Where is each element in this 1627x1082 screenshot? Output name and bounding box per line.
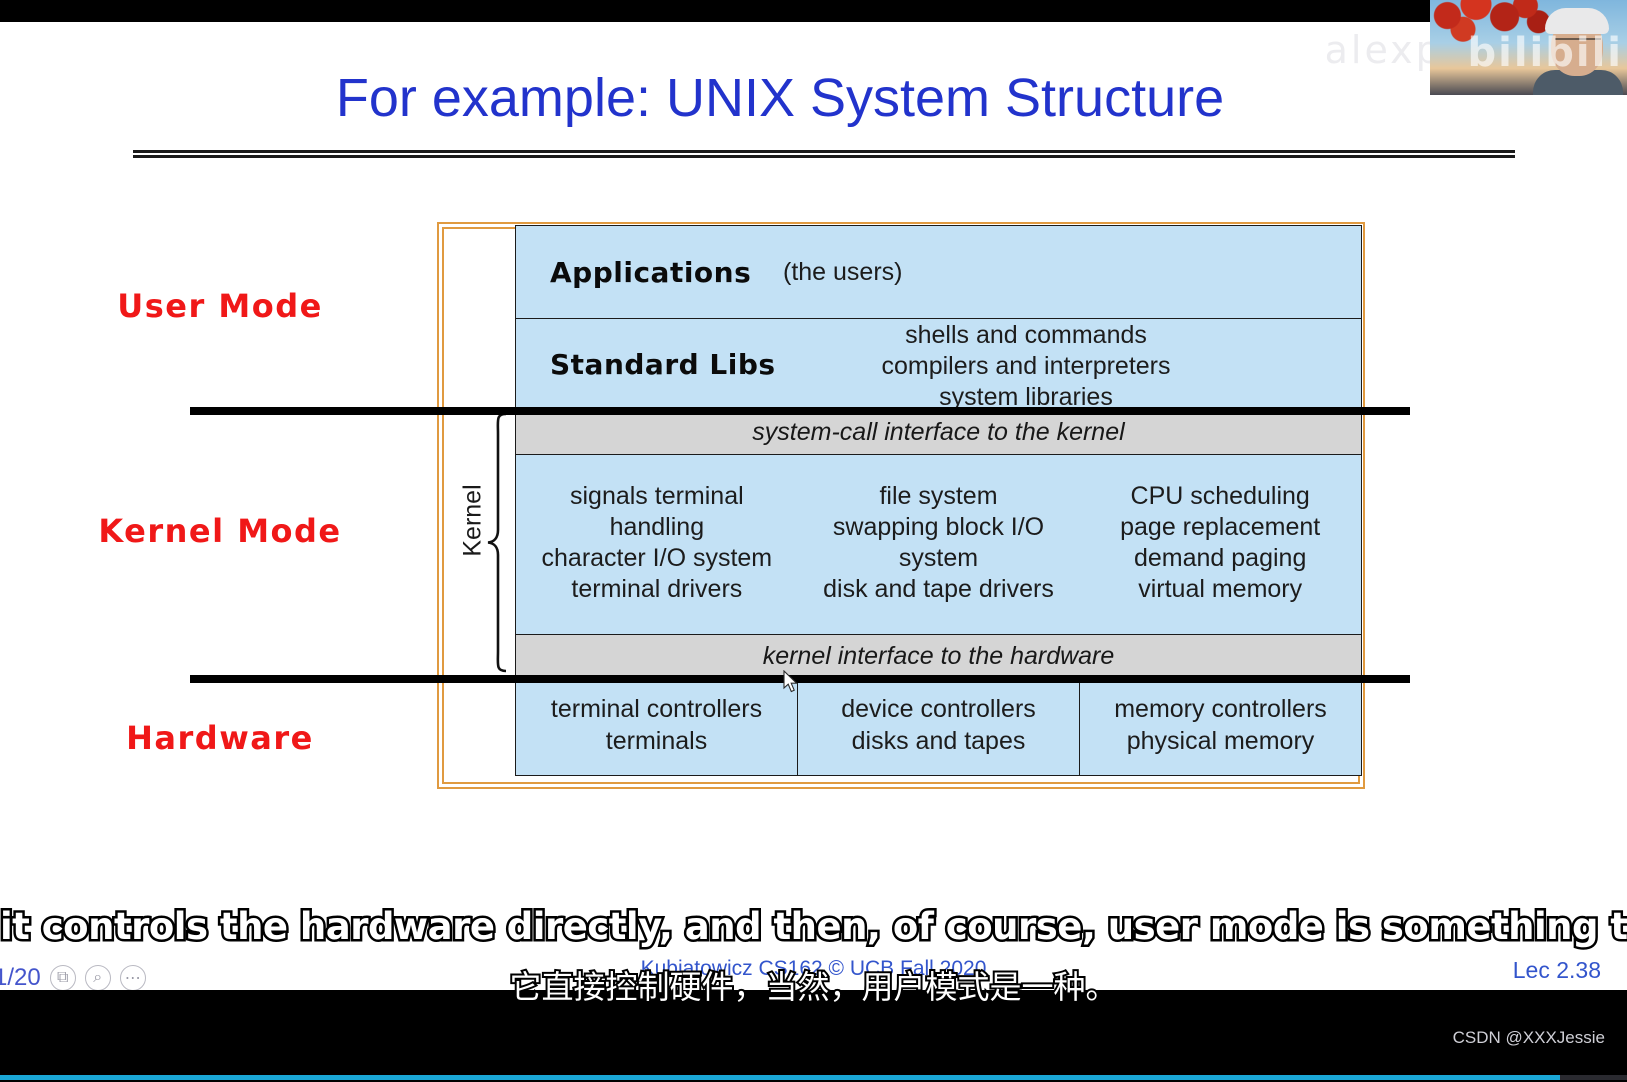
kernel-col3-line-2: page replacement bbox=[1120, 513, 1321, 541]
kernel-column-1: signals terminal handling character I/O … bbox=[516, 455, 798, 634]
caption-chinese: 它直接控制硬件，当然，用户模式是一种。 bbox=[507, 966, 1119, 1008]
row-standard-libs: Standard Libs shells and commands compil… bbox=[515, 319, 1362, 411]
kernel-col3-line-3: demand paging bbox=[1133, 544, 1307, 572]
applications-label: Applications bbox=[550, 255, 752, 289]
hardware-col1-line-2: terminals bbox=[605, 727, 708, 755]
title-underline-rule bbox=[133, 150, 1515, 158]
curly-brace-icon bbox=[487, 412, 507, 673]
row-kernel-services: signals terminal handling character I/O … bbox=[515, 455, 1362, 635]
csdn-watermark: CSDN @XXXJessie bbox=[1452, 1028, 1605, 1047]
kernel-bracket-group: Kernel bbox=[440, 410, 516, 675]
standard-libs-line-2: compilers and interpreters bbox=[881, 352, 1171, 380]
kernel-col1-line-3: character I/O system bbox=[541, 544, 773, 572]
hardware-col3-line-1: memory controllers bbox=[1114, 695, 1327, 723]
kernel-col3-line-1: CPU scheduling bbox=[1130, 482, 1310, 510]
bilibili-watermark: bilibili bbox=[1467, 30, 1623, 76]
kernel-col2-line-3: system bbox=[898, 544, 979, 572]
standard-libs-line-1: shells and commands bbox=[905, 321, 1147, 349]
hardware-column-1: terminal controllers terminals bbox=[516, 679, 798, 775]
video-progress-fill bbox=[0, 1075, 1560, 1080]
row-applications: Applications (the users) bbox=[515, 225, 1362, 319]
standard-libs-content: shells and commands compilers and interp… bbox=[771, 320, 1361, 413]
kernel-col2-line-4: disk and tape drivers bbox=[823, 575, 1054, 603]
row-hardware: terminal controllers terminals device co… bbox=[515, 679, 1362, 776]
caption-english: it controls the hardware directly, and t… bbox=[0, 903, 1627, 951]
video-player-screen: For example: UNIX System Structure User … bbox=[0, 0, 1627, 1082]
applications-content: (the users) bbox=[783, 257, 903, 286]
kernel-column-3: CPU scheduling page replacement demand p… bbox=[1079, 455, 1361, 634]
kernel-col2-line-1: file system bbox=[879, 482, 998, 510]
kernel-col1-line-2: handling bbox=[609, 513, 705, 541]
separator-kernel-hardware bbox=[190, 675, 1410, 683]
hardware-col2-line-1: device controllers bbox=[841, 695, 1036, 723]
mode-label-user: User Mode bbox=[117, 287, 323, 325]
band-hardware-interface: kernel interface to the hardware bbox=[515, 635, 1362, 679]
kernel-col1-line-4: terminal drivers bbox=[571, 575, 743, 603]
hardware-col3-line-2: physical memory bbox=[1126, 727, 1315, 755]
band-syscall-interface: system-call interface to the kernel bbox=[515, 411, 1362, 455]
kernel-bracket-label: Kernel bbox=[458, 484, 487, 557]
unix-structure-stack: Applications (the users) Standard Libs s… bbox=[515, 225, 1362, 776]
kernel-col1-line-1: signals terminal bbox=[569, 482, 744, 510]
standard-libs-label: Standard Libs bbox=[550, 348, 776, 381]
hardware-column-3: memory controllers physical memory bbox=[1080, 679, 1361, 775]
slide-title: For example: UNIX System Structure bbox=[335, 68, 1225, 128]
separator-user-kernel bbox=[190, 407, 1410, 415]
presentation-slide: For example: UNIX System Structure User … bbox=[0, 22, 1627, 990]
kernel-column-2: file system swapping block I/O system di… bbox=[798, 455, 1080, 634]
hardware-col1-line-1: terminal controllers bbox=[550, 695, 763, 723]
video-progress-track[interactable] bbox=[0, 1075, 1627, 1080]
letterbox-top bbox=[0, 0, 1627, 22]
mode-label-hardware: Hardware bbox=[126, 719, 314, 757]
mode-label-kernel: Kernel Mode bbox=[98, 512, 342, 550]
kernel-col2-line-2: swapping block I/O bbox=[832, 513, 1045, 541]
kernel-col3-line-4: virtual memory bbox=[1138, 575, 1303, 603]
mouse-cursor bbox=[783, 670, 798, 693]
hardware-column-2: device controllers disks and tapes bbox=[798, 679, 1080, 775]
hardware-col2-line-2: disks and tapes bbox=[851, 727, 1026, 755]
